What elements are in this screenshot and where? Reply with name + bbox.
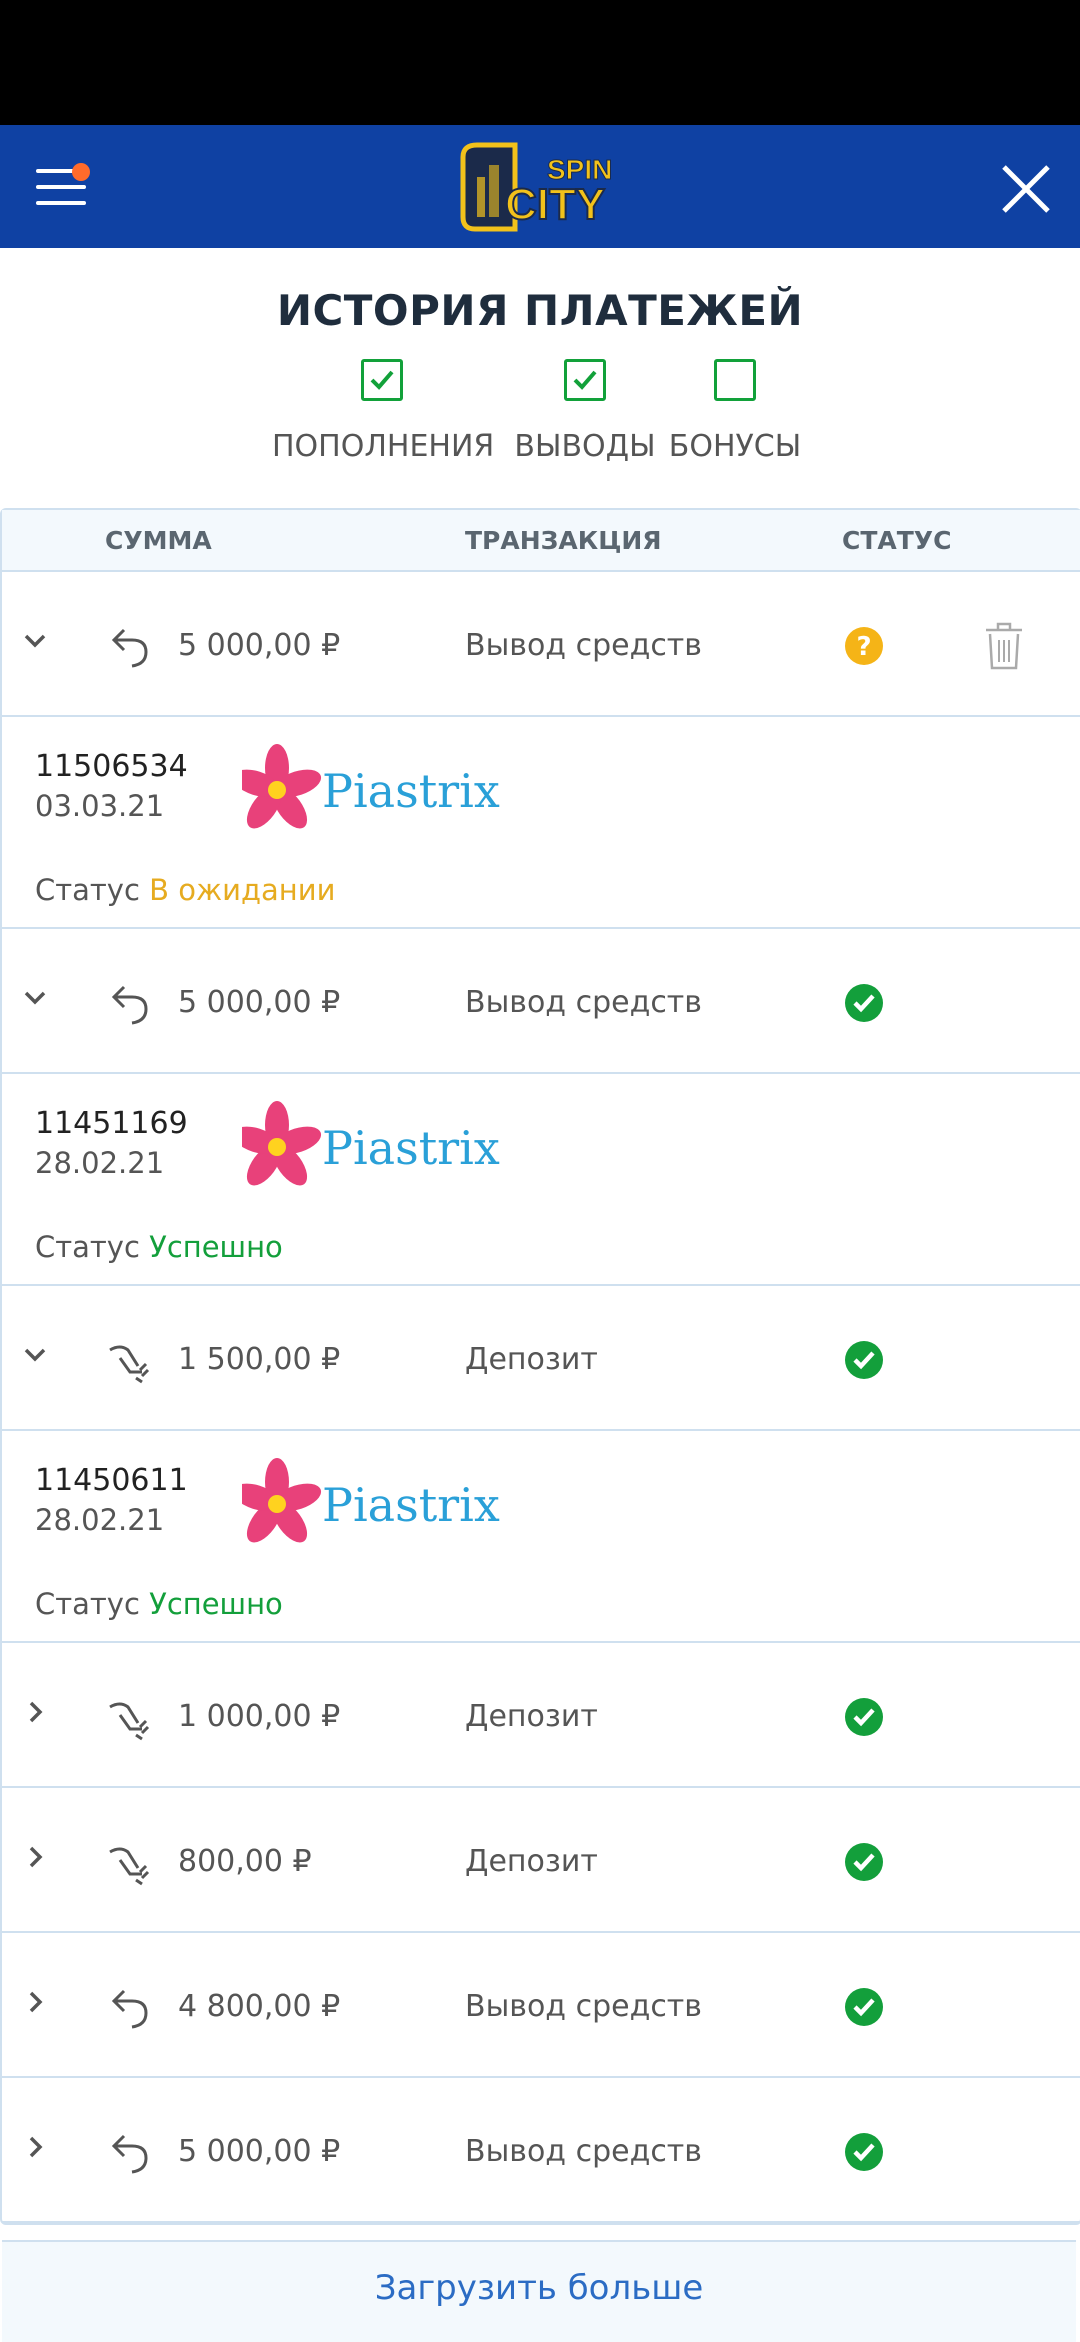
- piastrix-logo: Piastrix: [242, 1458, 500, 1543]
- row-details: 11451169 28.02.21 Piastrix Статус Успешно: [2, 1074, 1080, 1286]
- status-bar: [0, 0, 1080, 125]
- row-amount: 5 000,00 ₽: [178, 628, 341, 663]
- status-value: Успешно: [149, 1587, 283, 1621]
- deposit-icon: [109, 1702, 150, 1741]
- filter-deposits[interactable]: ПОПОЛНЕНИЯ: [272, 359, 495, 464]
- table-row[interactable]: 5 000,00 ₽ Вывод средств?: [2, 572, 1080, 717]
- svg-text:?: ?: [856, 632, 871, 662]
- filter-label-bonuses: БОНУСЫ: [668, 429, 802, 464]
- checkbox-bonuses[interactable]: [714, 359, 756, 401]
- row-transaction-type: Вывод средств: [465, 1989, 702, 2024]
- table-row[interactable]: 1 000,00 ₽ Депозит: [2, 1643, 1080, 1788]
- success-icon: [845, 1341, 883, 1379]
- row-details: 11506534 03.03.21 Piastrix Статус В ожидани…: [2, 717, 1080, 929]
- row-transaction-type: Депозит: [465, 1699, 598, 1734]
- pending-question-icon: ?: [845, 627, 883, 665]
- status-value: Успешно: [149, 1230, 283, 1264]
- transaction-status: Статус Успешно: [35, 1587, 283, 1621]
- success-icon: [845, 984, 883, 1022]
- transaction-id: 11451169: [35, 1106, 188, 1141]
- row-amount: 1 500,00 ₽: [178, 1342, 341, 1377]
- table-row[interactable]: 1 500,00 ₽ Депозит: [2, 1286, 1080, 1431]
- table-body: 5 000,00 ₽ Вывод средств? 11506534 03.03.21…: [2, 572, 1080, 2223]
- row-transaction-type: Вывод средств: [465, 985, 702, 1020]
- transaction-status: Статус Успешно: [35, 1230, 283, 1264]
- chevron-down-icon[interactable]: [20, 983, 50, 1013]
- header-transaction: ТРАНЗАКЦИЯ: [465, 526, 662, 555]
- checkbox-deposits[interactable]: [361, 359, 403, 401]
- row-transaction-type: Вывод средств: [465, 628, 702, 663]
- transaction-status: Статус В ожидании: [35, 873, 335, 907]
- row-amount: 5 000,00 ₽: [178, 2134, 341, 2169]
- checkbox-withdrawals[interactable]: [564, 359, 606, 401]
- withdraw-icon: [111, 1989, 148, 2029]
- chevron-right-icon[interactable]: [20, 1987, 50, 2017]
- withdraw-icon: [111, 628, 148, 668]
- spin-city-logo[interactable]: SPIN CITY: [455, 137, 625, 237]
- row-amount: 1 000,00 ₽: [178, 1699, 341, 1734]
- piastrix-text: Piastrix: [322, 1121, 500, 1175]
- table-row[interactable]: 4 800,00 ₽ Вывод средств: [2, 1933, 1080, 2078]
- filter-bonuses[interactable]: БОНУСЫ: [660, 359, 810, 464]
- close-icon[interactable]: [998, 161, 1054, 217]
- row-amount: 4 800,00 ₽: [178, 1989, 341, 2024]
- header-amount: СУММА: [105, 526, 212, 555]
- transaction-id: 11450611: [35, 1463, 188, 1498]
- trash-icon[interactable]: [982, 620, 1026, 672]
- table-header: СУММА ТРАНЗАКЦИЯ СТАТУС: [2, 510, 1080, 572]
- row-transaction-type: Депозит: [465, 1844, 598, 1879]
- withdraw-icon: [111, 985, 148, 1025]
- status-value: В ожидании: [149, 873, 336, 907]
- piastrix-text: Piastrix: [322, 764, 500, 818]
- chevron-right-icon[interactable]: [20, 1842, 50, 1872]
- notification-dot: [72, 163, 90, 181]
- filter-label-deposits: ПОПОЛНЕНИЯ: [272, 429, 495, 464]
- payment-history-table: СУММА ТРАНЗАКЦИЯ СТАТУС 5 000,00 ₽ Вывод …: [0, 508, 1080, 2225]
- chevron-right-icon[interactable]: [20, 1697, 50, 1727]
- filter-label-withdrawals: ВЫВОДЫ: [514, 429, 656, 464]
- table-row[interactable]: 5 000,00 ₽ Вывод средств: [2, 929, 1080, 1074]
- load-more-button[interactable]: Загрузить больше: [2, 2240, 1076, 2342]
- table-row[interactable]: 5 000,00 ₽ Вывод средств: [2, 2078, 1080, 2223]
- header-status: СТАТУС: [842, 526, 952, 555]
- chevron-right-icon[interactable]: [20, 2132, 50, 2162]
- status-prefix: Статус: [35, 873, 140, 907]
- row-amount: 800,00 ₽: [178, 1844, 312, 1879]
- success-icon: [845, 2133, 883, 2171]
- transaction-id: 11506534: [35, 749, 188, 784]
- page-title: ИСТОРИЯ ПЛАТЕЖЕЙ: [276, 286, 804, 335]
- transaction-date: 28.02.21: [35, 1503, 165, 1537]
- chevron-down-icon[interactable]: [20, 626, 50, 656]
- row-transaction-type: Вывод средств: [465, 2134, 702, 2169]
- check-icon: [573, 370, 597, 390]
- chevron-down-icon[interactable]: [20, 1340, 50, 1370]
- piastrix-text: Piastrix: [322, 1478, 500, 1532]
- withdraw-icon: [111, 2134, 148, 2174]
- table-row[interactable]: 800,00 ₽ Депозит: [2, 1788, 1080, 1933]
- row-transaction-type: Депозит: [465, 1342, 598, 1377]
- success-icon: [845, 1698, 883, 1736]
- logo-text-bottom: CITY: [505, 180, 605, 229]
- menu-button[interactable]: [36, 163, 90, 209]
- transaction-date: 03.03.21: [35, 789, 165, 823]
- deposit-icon: [109, 1345, 150, 1384]
- success-icon: [845, 1843, 883, 1881]
- filters: ПОПОЛНЕНИЯ ВЫВОДЫ БОНУСЫ: [0, 359, 1080, 499]
- transaction-date: 28.02.21: [35, 1146, 165, 1180]
- filter-withdrawals[interactable]: ВЫВОДЫ: [505, 359, 665, 464]
- piastrix-logo: Piastrix: [242, 1101, 500, 1186]
- row-amount: 5 000,00 ₽: [178, 985, 341, 1020]
- success-icon: [845, 1988, 883, 2026]
- status-prefix: Статус: [35, 1230, 140, 1264]
- app-header: SPIN CITY: [0, 125, 1080, 248]
- status-prefix: Статус: [35, 1587, 140, 1621]
- piastrix-logo: Piastrix: [242, 744, 500, 829]
- row-details: 11450611 28.02.21 Piastrix Статус Успешно: [2, 1431, 1080, 1643]
- deposit-icon: [109, 1847, 150, 1886]
- check-icon: [370, 370, 394, 390]
